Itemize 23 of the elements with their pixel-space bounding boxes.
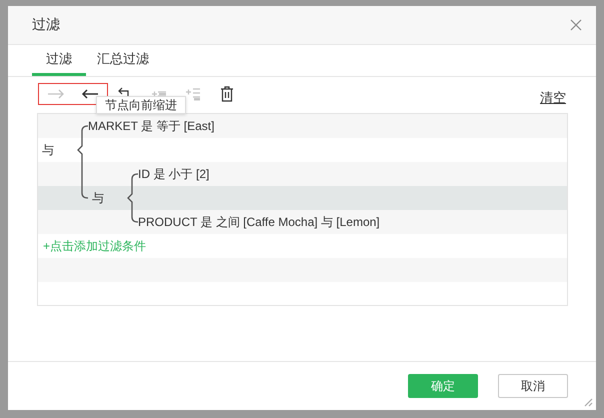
- resize-grip-icon[interactable]: [583, 397, 593, 407]
- close-icon[interactable]: [570, 19, 582, 31]
- table-row[interactable]: 与: [38, 186, 567, 210]
- logic-operator[interactable]: 与: [92, 190, 104, 206]
- filter-condition[interactable]: MARKET 是 等于 [East]: [88, 118, 214, 134]
- tab[interactable]: 汇总过滤: [96, 45, 150, 76]
- table-row[interactable]: PRODUCT 是 之间 [Caffe Mocha] 与 [Lemon]: [38, 210, 567, 234]
- clear-link[interactable]: 清空: [540, 89, 566, 107]
- table-row[interactable]: 与: [38, 138, 567, 162]
- table-row[interactable]: MARKET 是 等于 [East]: [38, 114, 567, 138]
- cancel-button[interactable]: 取消: [498, 374, 568, 398]
- table-row[interactable]: ID 是 小于 [2]: [38, 162, 567, 186]
- dialog-title: 过滤: [32, 16, 60, 34]
- brace: [127, 173, 138, 223]
- add-list-icon: [185, 87, 201, 101]
- filter-condition[interactable]: PRODUCT 是 之间 [Caffe Mocha] 与 [Lemon]: [138, 214, 380, 230]
- left-arrow-icon: [81, 89, 99, 99]
- logic-operator[interactable]: 与: [42, 142, 54, 158]
- tooltip: 节点向前缩进: [96, 96, 186, 114]
- trash-icon: [220, 86, 234, 102]
- right-arrow-icon: [47, 89, 65, 99]
- tab[interactable]: 过滤: [32, 45, 86, 76]
- filter-condition[interactable]: ID 是 小于 [2]: [138, 166, 210, 182]
